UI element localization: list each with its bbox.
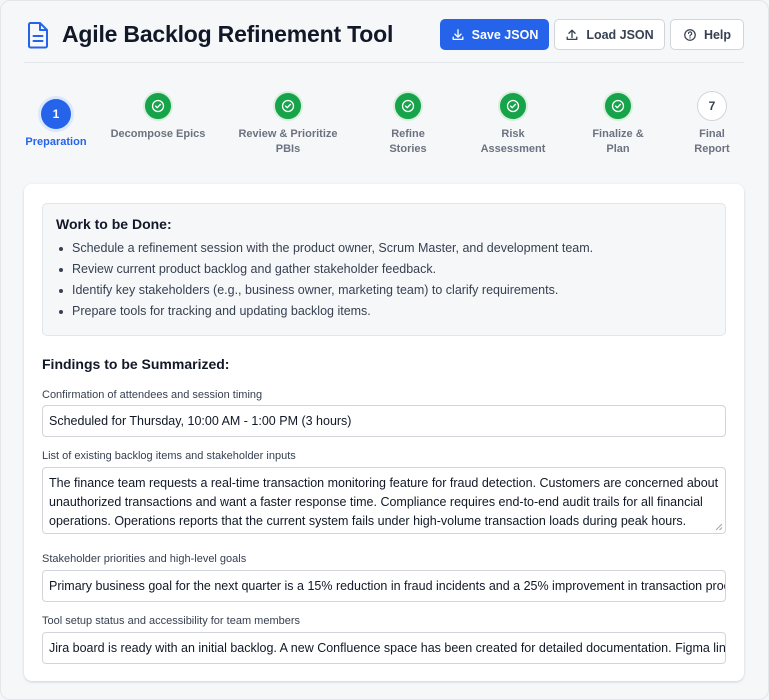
help-label: Help bbox=[703, 27, 732, 42]
list-item: Review current product backlog and gathe… bbox=[56, 259, 712, 280]
app-header: Agile Backlog Refinement Tool Save JSON … bbox=[24, 17, 744, 63]
progress-stepper: 1 Preparation Decompose Epics Review & P… bbox=[1, 91, 769, 161]
work-to-be-done-panel: Work to be Done: Schedule a refinement s… bbox=[42, 203, 726, 336]
attendees-timing-label: Confirmation of attendees and session ti… bbox=[42, 389, 263, 401]
findings-title: Findings to be Summarized: bbox=[42, 356, 230, 372]
save-json-label: Save JSON bbox=[471, 27, 539, 42]
save-json-button[interactable]: Save JSON bbox=[440, 19, 549, 50]
list-item: Identify key stakeholders (e.g., busines… bbox=[56, 280, 712, 301]
priorities-goals-label: Stakeholder priorities and high-level go… bbox=[42, 553, 247, 565]
download-icon bbox=[452, 28, 464, 40]
step-label: Final Report bbox=[694, 128, 730, 155]
work-list: Schedule a refinement session with the p… bbox=[56, 238, 712, 322]
tool-setup-input[interactable]: Jira board is ready with an initial back… bbox=[42, 632, 726, 664]
step-number: 1 bbox=[41, 99, 71, 129]
check-icon bbox=[498, 91, 528, 121]
tool-setup-label: Tool setup status and accessibility for … bbox=[42, 615, 301, 627]
resize-grip-icon[interactable] bbox=[715, 523, 723, 531]
upload-icon bbox=[566, 29, 578, 40]
check-icon bbox=[143, 91, 173, 121]
list-item: Prepare tools for tracking and updating … bbox=[56, 301, 712, 322]
attendees-timing-input[interactable]: Scheduled for Thursday, 10:00 AM - 1:00 … bbox=[42, 405, 726, 437]
work-title: Work to be Done: bbox=[56, 216, 172, 232]
load-json-label: Load JSON bbox=[586, 27, 654, 42]
backlog-items-value: The finance team requests a real-time tr… bbox=[49, 476, 719, 528]
step-number: 7 bbox=[697, 91, 727, 121]
help-button[interactable]: Help bbox=[670, 19, 744, 50]
step-content-card: Work to be Done: Schedule a refinement s… bbox=[24, 184, 744, 681]
load-json-button[interactable]: Load JSON bbox=[554, 19, 665, 50]
check-icon bbox=[393, 91, 423, 121]
check-icon bbox=[273, 91, 303, 121]
check-icon bbox=[603, 91, 633, 121]
backlog-items-textarea[interactable]: The finance team requests a real-time tr… bbox=[42, 467, 726, 534]
list-item: Schedule a refinement session with the p… bbox=[56, 238, 712, 259]
help-circle-icon bbox=[684, 28, 696, 41]
priorities-goals-input[interactable]: Primary business goal for the next quart… bbox=[42, 570, 726, 602]
document-icon bbox=[28, 22, 48, 49]
backlog-items-label: List of existing backlog items and stake… bbox=[42, 450, 296, 462]
step-decompose-epics[interactable]: Decompose Epics bbox=[93, 91, 223, 142]
step-label: Review & Prioritize PBIs bbox=[238, 128, 338, 155]
step-label: Decompose Epics bbox=[110, 128, 206, 140]
step-review-prioritize[interactable]: Review & Prioritize PBIs bbox=[223, 91, 353, 157]
step-final-report[interactable]: 7 Final Report bbox=[647, 91, 769, 157]
app-window: Agile Backlog Refinement Tool Save JSON … bbox=[0, 0, 769, 700]
app-title: Agile Backlog Refinement Tool bbox=[62, 21, 394, 47]
